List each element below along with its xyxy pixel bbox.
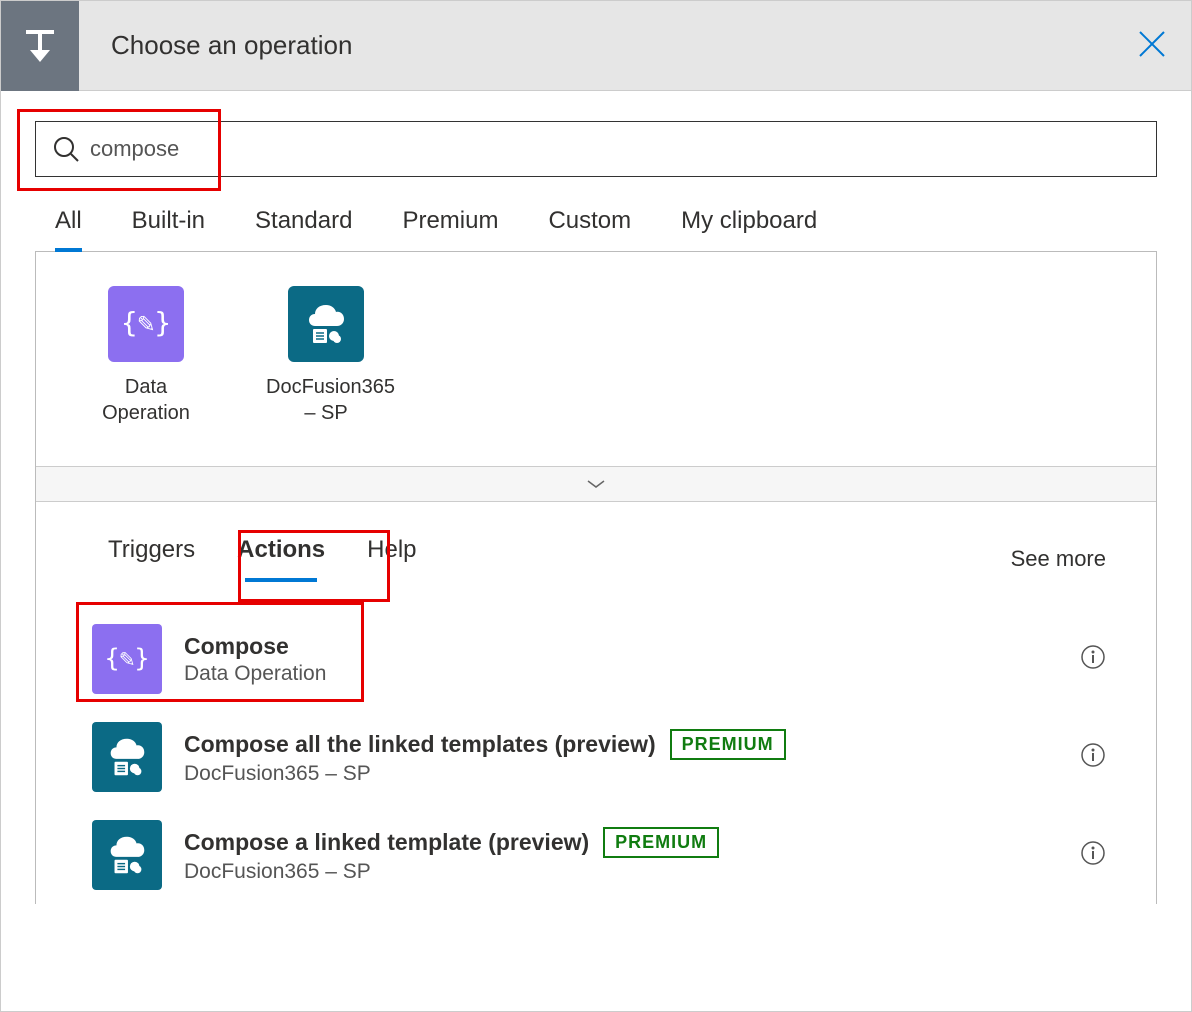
search-input[interactable] — [90, 136, 1140, 162]
docfusion-icon — [288, 286, 364, 362]
chevron-down-icon — [586, 478, 606, 490]
connector-grid: {✎} Data Operation — [36, 252, 1156, 466]
action-subtitle: DocFusion365 – SP — [184, 762, 1080, 786]
premium-badge: PREMIUM — [603, 827, 719, 858]
info-icon — [1080, 840, 1106, 866]
operation-picker-dialog: Choose an operation All Built-in Standar… — [0, 0, 1192, 1012]
action-title: Compose a linked template (preview) — [184, 829, 589, 856]
connector-docfusion365-sp[interactable]: DocFusion365 – SP — [266, 286, 386, 426]
results-panel: {✎} Data Operation — [35, 251, 1157, 904]
info-button[interactable] — [1080, 742, 1106, 773]
action-text: Compose all the linked templates (previe… — [184, 729, 1080, 786]
svg-text:{✎}: {✎} — [124, 306, 168, 339]
close-button[interactable] — [1137, 29, 1167, 64]
search-icon — [52, 135, 80, 163]
subtab-triggers[interactable]: Triggers — [108, 536, 195, 582]
info-button[interactable] — [1080, 644, 1106, 675]
action-text: Compose a linked template (preview) PREM… — [184, 827, 1080, 884]
info-icon — [1080, 742, 1106, 768]
data-operation-icon: {✎} — [108, 286, 184, 362]
data-operation-icon: {✎} — [92, 624, 162, 694]
action-title: Compose — [184, 633, 289, 660]
action-compose-all-linked-templates[interactable]: Compose all the linked templates (previe… — [92, 708, 1106, 806]
premium-badge: PREMIUM — [670, 729, 786, 760]
subtab-help[interactable]: Help — [367, 536, 416, 582]
subtabs-row: Triggers Actions Help See more — [36, 502, 1156, 602]
tab-my-clipboard[interactable]: My clipboard — [681, 207, 817, 251]
search-box[interactable] — [35, 121, 1157, 177]
action-subtitle: DocFusion365 – SP — [184, 860, 1080, 884]
close-icon — [1137, 29, 1167, 59]
info-button[interactable] — [1080, 840, 1106, 871]
action-compose[interactable]: {✎} Compose Data Operation — [92, 610, 1106, 708]
dialog-title: Choose an operation — [111, 30, 352, 61]
tab-built-in[interactable]: Built-in — [132, 207, 205, 251]
docfusion-icon — [92, 820, 162, 890]
tab-custom[interactable]: Custom — [548, 207, 631, 251]
info-icon — [1080, 644, 1106, 670]
tab-standard[interactable]: Standard — [255, 207, 352, 251]
dialog-header: Choose an operation — [1, 1, 1191, 91]
connector-label: Data Operation — [86, 374, 206, 426]
connector-data-operation[interactable]: {✎} Data Operation — [86, 286, 206, 426]
action-text: Compose Data Operation — [184, 633, 1080, 686]
operation-header-icon — [1, 1, 79, 91]
subtab-actions[interactable]: Actions — [237, 536, 325, 582]
action-compose-linked-template[interactable]: Compose a linked template (preview) PREM… — [92, 806, 1106, 904]
category-tabs: All Built-in Standard Premium Custom My … — [1, 195, 1191, 251]
docfusion-icon — [92, 722, 162, 792]
svg-text:{✎}: {✎} — [106, 644, 148, 673]
subtabs: Triggers Actions Help — [108, 536, 417, 582]
action-title: Compose all the linked templates (previe… — [184, 731, 656, 758]
actions-list: {✎} Compose Data Operation — [36, 602, 1156, 904]
expand-toggle[interactable] — [36, 466, 1156, 502]
action-subtitle: Data Operation — [184, 662, 1080, 686]
see-more-link[interactable]: See more — [1011, 546, 1106, 572]
connector-label: DocFusion365 – SP — [266, 374, 386, 426]
tab-premium[interactable]: Premium — [402, 207, 498, 251]
search-section — [1, 91, 1191, 195]
tab-all[interactable]: All — [55, 207, 82, 251]
